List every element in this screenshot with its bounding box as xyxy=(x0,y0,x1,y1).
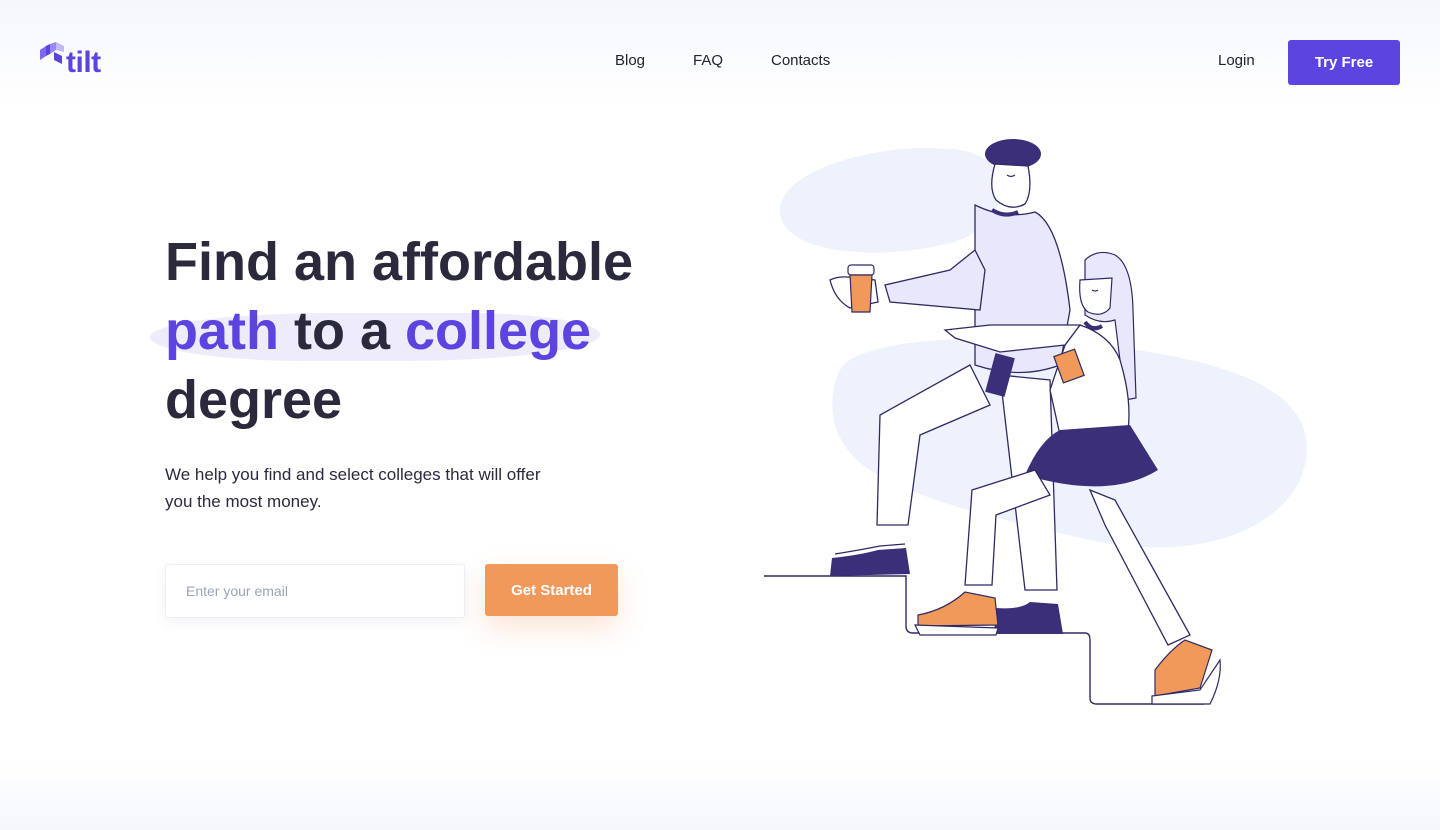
try-free-button[interactable]: Try Free xyxy=(1288,40,1400,85)
headline-line-3: degree xyxy=(165,370,343,430)
footer-fade xyxy=(0,760,1440,830)
headline-line-1: Find an affordable xyxy=(165,232,634,292)
headline-line-2: path to a college xyxy=(165,297,685,366)
logo-link[interactable]: tilt xyxy=(40,42,112,82)
hero-subtext: We help you find and select colleges tha… xyxy=(165,465,541,511)
students-illustration xyxy=(764,139,1307,705)
get-started-button[interactable]: Get Started xyxy=(485,564,618,616)
login-link[interactable]: Login xyxy=(1218,52,1255,69)
headline-accent-college: college xyxy=(405,301,592,361)
logo-text: tilt xyxy=(66,46,101,79)
nav-faq[interactable]: FAQ xyxy=(693,52,723,69)
headline-mid: to a xyxy=(279,301,406,361)
logo-icon xyxy=(40,42,64,64)
headline-accent-path: path xyxy=(165,301,279,361)
hero-headline: Find an affordable path to a college deg… xyxy=(165,228,685,435)
email-input[interactable] xyxy=(165,564,465,618)
nav-contacts[interactable]: Contacts xyxy=(771,52,830,69)
nav-blog[interactable]: Blog xyxy=(615,52,645,69)
